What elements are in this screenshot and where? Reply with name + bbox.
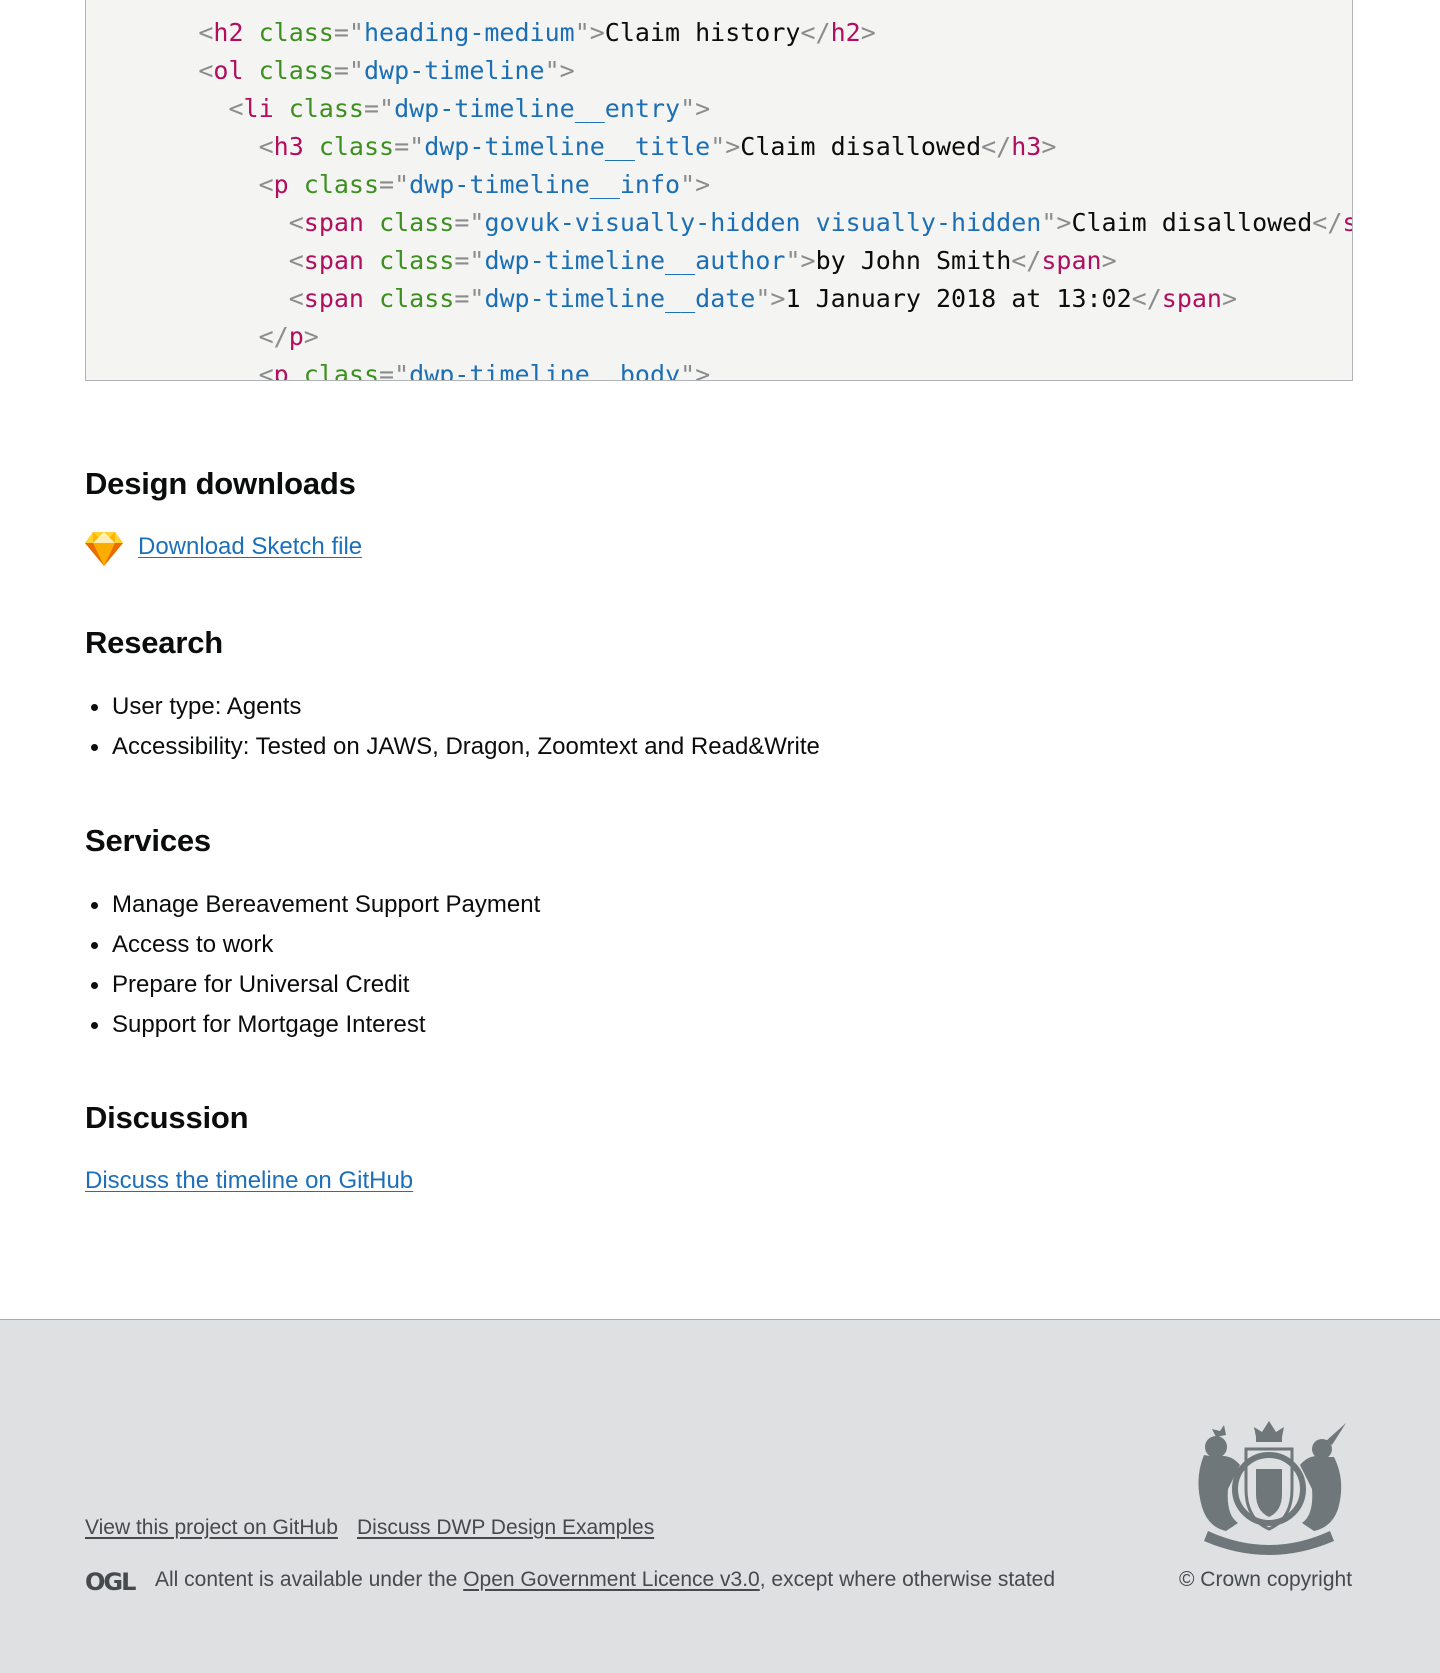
code-line: <span class="dwp-timeline__date">1 Janua… — [288, 284, 1238, 313]
discuss-dwp-examples-link[interactable]: Discuss DWP Design Examples — [357, 1516, 654, 1540]
code-line: <li class="dwp-timeline__entry"> — [228, 94, 711, 123]
ogl-logo-icon: OGL — [85, 1569, 138, 1593]
open-government-licence-link[interactable]: Open Government Licence v3.0 — [463, 1568, 760, 1591]
svg-text:OGL: OGL — [85, 1569, 136, 1593]
services-heading: Services — [85, 823, 211, 858]
list-item: User type: Agents — [85, 687, 820, 727]
discuss-timeline-link[interactable]: Discuss the timeline on GitHub — [85, 1167, 413, 1195]
crown-copyright: © Crown copyright — [1179, 1568, 1353, 1591]
list-item: Support for Mortgage Interest — [85, 1005, 540, 1045]
research-list: User type: Agents Accessibility: Tested … — [85, 687, 820, 767]
code-line: <span class="govuk-visually-hidden visua… — [288, 208, 1352, 237]
list-item: Accessibility: Tested on JAWS, Dragon, Z… — [85, 727, 820, 767]
list-item: Prepare for Universal Credit — [85, 965, 540, 1005]
code-line: <p class="dwp-timeline__body"> — [258, 360, 711, 381]
royal-coat-of-arms-icon — [1198, 1421, 1346, 1555]
discussion-heading: Discussion — [85, 1100, 249, 1135]
list-item: Manage Bereavement Support Payment — [85, 885, 540, 925]
licence-suffix: , except where otherwise stated — [759, 1568, 1056, 1591]
sketch-diamond-icon — [85, 532, 123, 566]
code-line: <p class="dwp-timeline__info"> — [258, 170, 711, 199]
code-sample: <h2 class="heading-medium">Claim history… — [85, 0, 1353, 381]
code-line: <h3 class="dwp-timeline__title">Claim di… — [258, 132, 1057, 161]
download-sketch-file-link[interactable]: Download Sketch file — [138, 533, 362, 561]
code-line: <ol class="dwp-timeline"> — [198, 56, 575, 85]
research-heading: Research — [85, 625, 223, 660]
list-item: Access to work — [85, 925, 540, 965]
view-project-github-link[interactable]: View this project on GitHub — [85, 1516, 338, 1540]
code-line: </p> — [258, 322, 319, 351]
licence-prefix: All content is available under the — [155, 1568, 464, 1591]
code-line: <span class="dwp-timeline__author">by Jo… — [288, 246, 1117, 275]
services-list: Manage Bereavement Support Payment Acces… — [85, 885, 540, 1045]
code-line: <h2 class="heading-medium">Claim history… — [198, 18, 876, 47]
design-downloads-heading: Design downloads — [85, 466, 356, 501]
licence-text: All content is available under the Open … — [155, 1568, 1055, 1592]
